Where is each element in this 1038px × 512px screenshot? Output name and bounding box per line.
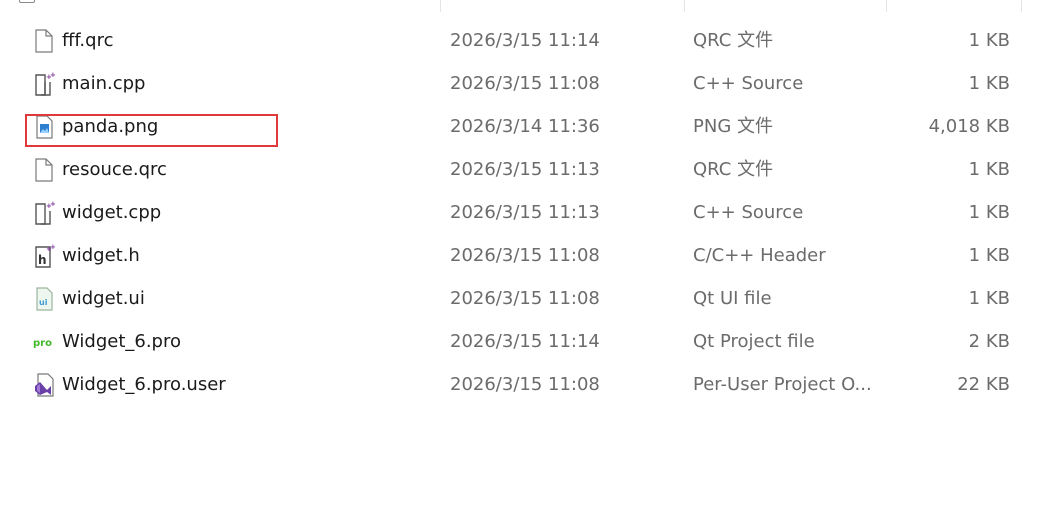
file-size: 1 KB: [968, 202, 1010, 223]
svg-text:h: h: [38, 253, 47, 267]
file-name[interactable]: resouce.qrc: [62, 158, 167, 182]
file-list: fff.qrc 2026/3/15 11:14 QRC 文件 1 KB + + …: [0, 19, 1038, 406]
file-name[interactable]: panda.png: [62, 115, 158, 139]
column-separator[interactable]: [684, 0, 685, 12]
svg-text:ui: ui: [39, 298, 48, 307]
cpp-file-icon: + +: [33, 200, 56, 225]
file-date: 2026/3/15 11:13: [450, 202, 600, 223]
file-row[interactable]: + + widget.cpp 2026/3/15 11:13 C++ Sourc…: [0, 191, 1038, 234]
file-date: 2026/3/15 11:13: [450, 159, 600, 180]
file-type: C++ Source: [693, 73, 804, 94]
cpp-file-icon: + +: [33, 71, 56, 96]
file-size: 4,018 KB: [928, 116, 1010, 137]
svg-text:pro: pro: [33, 338, 52, 349]
header-file-icon: h + +: [33, 243, 56, 268]
svg-text:+: +: [50, 72, 55, 79]
file-type: QRC 文件: [693, 30, 774, 51]
generic-file-icon: [33, 158, 55, 182]
file-type: Qt Project file: [693, 331, 815, 352]
file-type: Per-User Project O...: [693, 374, 871, 395]
file-size: 1 KB: [968, 73, 1010, 94]
file-name[interactable]: Widget_6.pro.user: [62, 373, 226, 397]
file-size: 1 KB: [968, 288, 1010, 309]
file-date: 2026/3/15 11:08: [450, 245, 600, 266]
file-size: 22 KB: [957, 374, 1010, 395]
file-row[interactable]: panda.png 2026/3/14 11:36 PNG 文件 4,018 K…: [0, 105, 1038, 148]
file-size: 2 KB: [968, 331, 1010, 352]
svg-text:+: +: [50, 244, 55, 251]
file-type: QRC 文件: [693, 159, 774, 180]
file-name[interactable]: Widget_6.pro: [62, 330, 181, 354]
generic-file-icon: [33, 29, 55, 53]
file-date: 2026/3/14 11:36: [450, 116, 600, 137]
file-name[interactable]: fff.qrc: [62, 29, 113, 53]
file-row[interactable]: Widget_6.pro.user 2026/3/15 11:08 Per-Us…: [0, 363, 1038, 406]
svg-text:+: +: [50, 201, 55, 208]
column-separator[interactable]: [440, 0, 441, 12]
visualstudio-file-icon: [33, 373, 55, 397]
pro-file-icon: pro: [33, 330, 55, 354]
file-row[interactable]: fff.qrc 2026/3/15 11:14 QRC 文件 1 KB: [0, 19, 1038, 62]
file-row[interactable]: pro Widget_6.pro 2026/3/15 11:14 Qt Proj…: [0, 320, 1038, 363]
file-name[interactable]: widget.h: [62, 244, 140, 268]
file-date: 2026/3/15 11:14: [450, 331, 600, 352]
ui-file-icon: ui: [33, 287, 55, 311]
file-name[interactable]: widget.ui: [62, 287, 145, 311]
file-name[interactable]: main.cpp: [62, 72, 145, 96]
image-file-icon: [33, 115, 55, 139]
file-row[interactable]: h + + widget.h 2026/3/15 11:08 C/C++ Hea…: [0, 234, 1038, 277]
file-size: 1 KB: [968, 30, 1010, 51]
file-size: 1 KB: [968, 245, 1010, 266]
column-separator[interactable]: [1021, 0, 1022, 12]
file-row[interactable]: ui widget.ui 2026/3/15 11:08 Qt UI file …: [0, 277, 1038, 320]
file-type: Qt UI file: [693, 288, 772, 309]
file-size: 1 KB: [968, 159, 1010, 180]
column-separator[interactable]: [886, 0, 887, 12]
file-row[interactable]: + + main.cpp 2026/3/15 11:08 C++ Source …: [0, 62, 1038, 105]
select-all-checkbox[interactable]: [19, 0, 35, 3]
file-date: 2026/3/15 11:08: [450, 374, 600, 395]
file-type: C++ Source: [693, 202, 804, 223]
file-name[interactable]: widget.cpp: [62, 201, 161, 225]
file-type: C/C++ Header: [693, 245, 826, 266]
file-date: 2026/3/15 11:14: [450, 30, 600, 51]
file-date: 2026/3/15 11:08: [450, 288, 600, 309]
file-row[interactable]: resouce.qrc 2026/3/15 11:13 QRC 文件 1 KB: [0, 148, 1038, 191]
file-type: PNG 文件: [693, 116, 773, 137]
file-date: 2026/3/15 11:08: [450, 73, 600, 94]
